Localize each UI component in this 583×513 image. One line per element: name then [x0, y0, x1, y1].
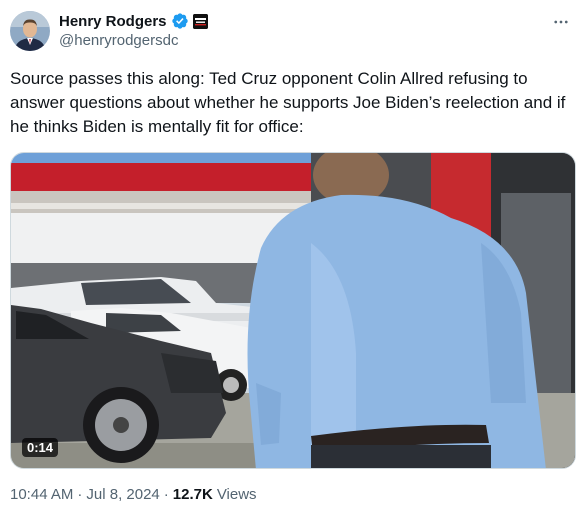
author-display-name[interactable]: Henry Rodgers — [59, 13, 167, 30]
tweet-text: Source passes this along: Ted Cruz oppon… — [10, 69, 566, 136]
tweet-meta: 10:44 AM · Jul 8, 2024 · 12.7K Views — [10, 486, 257, 503]
verified-badge-icon — [171, 12, 189, 30]
more-horizontal-icon[interactable] — [551, 12, 571, 32]
author-handle[interactable]: @henryrodgersdc — [59, 32, 208, 49]
tweet: Henry Rodgers @henryrodgersdc Source pas… — [0, 0, 583, 513]
views-count[interactable]: 12.7K — [173, 486, 213, 503]
video-frame — [11, 153, 575, 468]
meta-separator: · — [163, 486, 169, 503]
tweet-date[interactable]: Jul 8, 2024 — [86, 486, 159, 503]
video-player[interactable]: 0:14 — [10, 152, 576, 469]
video-duration-badge: 0:14 — [22, 438, 59, 457]
author-info: Henry Rodgers @henryrodgersdc — [59, 11, 208, 49]
tweet-time[interactable]: 10:44 AM — [10, 486, 73, 503]
avatar[interactable] — [10, 11, 50, 51]
name-row: Henry Rodgers — [59, 11, 208, 31]
views-label: Views — [216, 486, 257, 503]
meta-separator: · — [77, 486, 83, 503]
affiliate-logo[interactable] — [192, 13, 208, 29]
